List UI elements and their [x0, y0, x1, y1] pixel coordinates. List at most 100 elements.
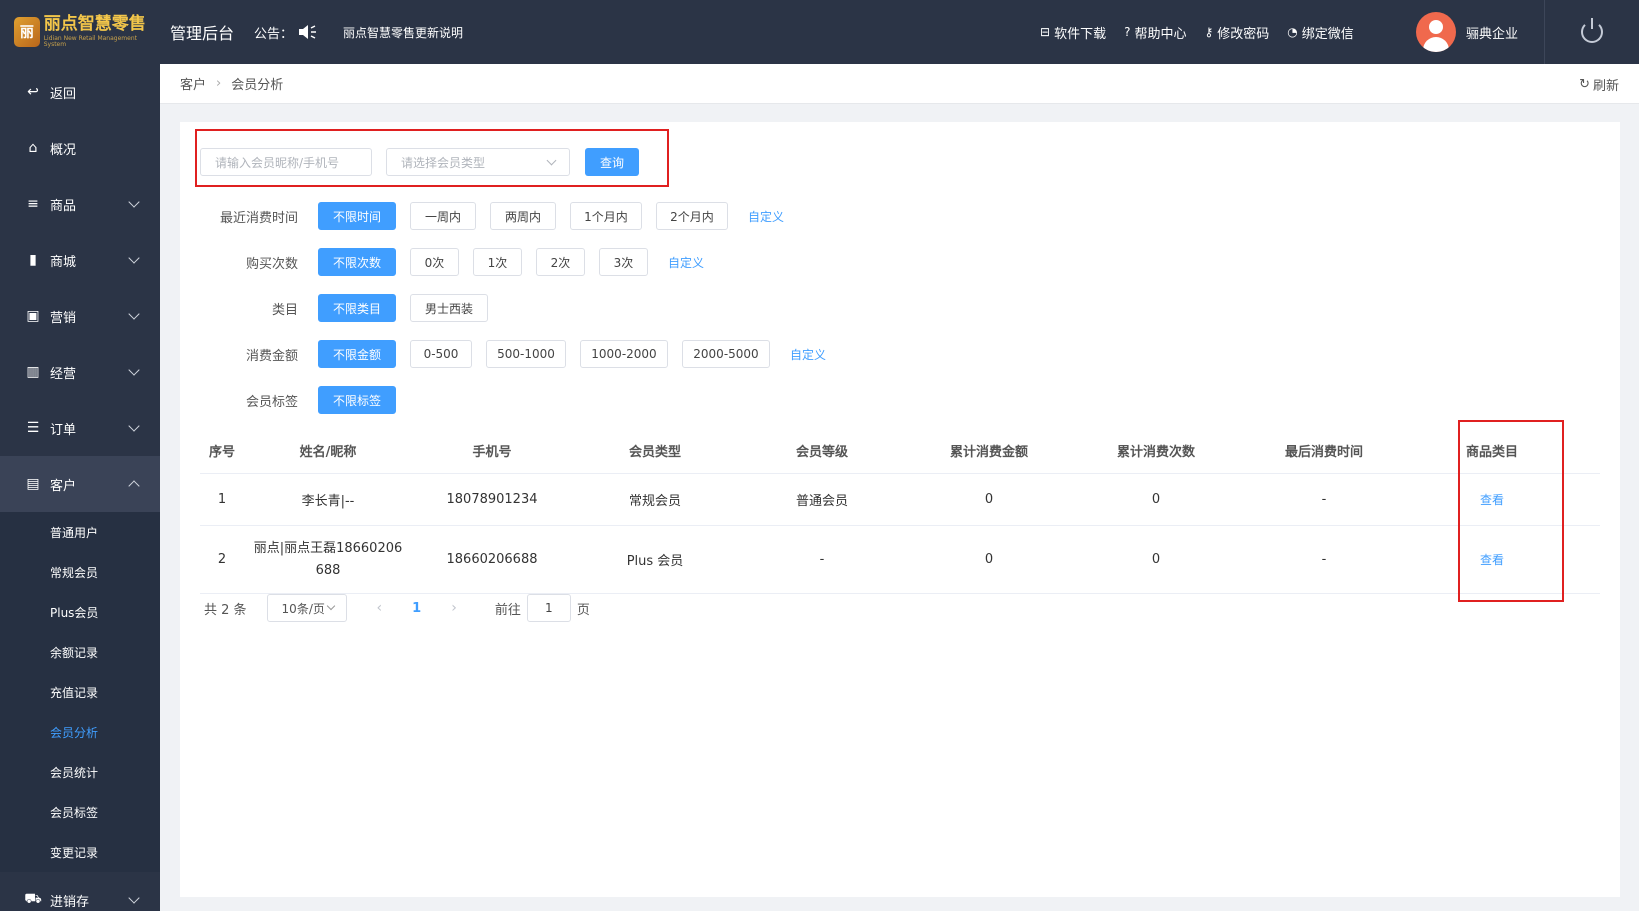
- filter-option[interactable]: 2次: [536, 248, 585, 276]
- sidebar-item-mall[interactable]: ▮ 商城: [0, 232, 160, 288]
- filter-option[interactable]: 男士西装: [410, 294, 488, 322]
- next-page-button[interactable]: ›: [451, 600, 457, 616]
- avatar[interactable]: [1416, 12, 1456, 52]
- filter-option[interactable]: 两周内: [490, 202, 556, 230]
- user-menu[interactable]: 骊典企业: [1416, 12, 1518, 52]
- notice-link[interactable]: 丽点智慧零售更新说明: [343, 24, 463, 41]
- filter-row-purchase-count: 购买次数 不限次数 0次 1次 2次 3次 自定义: [200, 248, 704, 276]
- table-cell: 1: [217, 492, 227, 507]
- chevron-right-icon: ›: [216, 76, 222, 91]
- sidebar-sub-plus-members[interactable]: Plus会员: [0, 592, 160, 632]
- filter-option[interactable]: 不限类目: [318, 294, 396, 322]
- logo-subtitle: Lidian New Retail Management System: [43, 35, 137, 48]
- sidebar-sub-balance-records[interactable]: 余额记录: [0, 632, 160, 672]
- filter-option[interactable]: 不限金额: [318, 340, 396, 368]
- goto-label: 前往: [494, 602, 521, 618]
- change-password-link[interactable]: ⚷ 修改密码: [1204, 23, 1269, 42]
- filter-row-last-purchase: 最近消费时间 不限时间 一周内 两周内 1个月内 2个月内 自定义: [200, 202, 784, 230]
- table-cell: -: [1321, 492, 1327, 507]
- filter-option[interactable]: 1次: [473, 248, 522, 276]
- filter-option[interactable]: 500-1000: [486, 340, 566, 368]
- table-cell: 李长青|--: [301, 494, 355, 509]
- filter-option[interactable]: 一周内: [410, 202, 476, 230]
- custom-link[interactable]: 自定义: [790, 346, 826, 363]
- sidebar-sub-member-tags[interactable]: 会员标签: [0, 792, 160, 832]
- filter-label: 会员标签: [245, 394, 298, 410]
- member-type-select[interactable]: 请选择会员类型: [386, 148, 570, 176]
- table-cell: 0: [1151, 492, 1161, 507]
- admin-title: 管理后台: [170, 24, 235, 43]
- column-header: 手机号: [472, 445, 512, 460]
- table-cell: Plus 会员: [626, 554, 684, 569]
- table-cell: 0: [984, 552, 994, 567]
- page-number[interactable]: 1: [412, 601, 421, 616]
- prev-page-button[interactable]: ‹: [377, 600, 383, 616]
- table-cell: 0: [984, 492, 994, 507]
- filter-option[interactable]: 1000-2000: [580, 340, 668, 368]
- column-header: 累计消费次数: [1116, 445, 1195, 460]
- filter-option[interactable]: 2000-5000: [682, 340, 770, 368]
- table-cell: 普通会员: [795, 494, 848, 509]
- key-icon: ⚷: [1204, 25, 1214, 39]
- back-arrow-icon: ↩: [27, 84, 39, 100]
- logout-button[interactable]: [1544, 0, 1639, 64]
- sidebar-item-operation[interactable]: ▥ 经营: [0, 344, 160, 400]
- download-icon: ⊟: [1040, 25, 1051, 39]
- query-button[interactable]: 查询: [585, 148, 639, 176]
- filter-row-category: 类目 不限类目 男士西装: [200, 294, 502, 322]
- table-cell: 18078901234: [446, 492, 538, 507]
- wechat-icon: ◔: [1287, 25, 1298, 39]
- filter-option[interactable]: 3次: [599, 248, 648, 276]
- filter-option[interactable]: 1个月内: [570, 202, 642, 230]
- filter-option[interactable]: 不限标签: [318, 386, 396, 414]
- goto-page-input[interactable]: 1: [526, 594, 571, 622]
- chevron-up-icon: [128, 480, 140, 492]
- table-cell: 丽点|丽点王磊18660206 688: [253, 540, 403, 578]
- column-header: 会员等级: [795, 445, 848, 460]
- table-header: 序号 姓名/昵称 手机号 会员类型 会员等级 累计消费金额 累计消费次数 最后消…: [200, 428, 1600, 474]
- page-size-select[interactable]: 10条/页: [266, 594, 347, 622]
- table-cell: 18660206688: [446, 552, 538, 567]
- filter-option[interactable]: 不限时间: [318, 202, 396, 230]
- member-search-input[interactable]: 请输入会员昵称/手机号: [200, 148, 372, 176]
- chevron-down-icon: [128, 252, 140, 264]
- help-center-link[interactable]: ? 帮助中心: [1124, 23, 1186, 42]
- top-links: ⊟ 软件下载 ? 帮助中心 ⚷ 修改密码 ◔ 绑定微信: [1040, 0, 1354, 64]
- sidebar-sub-regular-users[interactable]: 普通用户: [0, 512, 160, 552]
- logo[interactable]: 丽 丽点智慧零售 Lidian New Retail Management Sy…: [0, 0, 160, 64]
- sidebar-item-back[interactable]: ↩ 返回: [0, 64, 160, 120]
- filter-option[interactable]: 2个月内: [656, 202, 728, 230]
- speaker-icon: [299, 25, 317, 39]
- bind-wechat-link[interactable]: ◔ 绑定微信: [1287, 23, 1354, 42]
- chevron-down-icon: [128, 196, 140, 208]
- chevron-down-icon: [128, 892, 140, 904]
- custom-link[interactable]: 自定义: [668, 254, 704, 271]
- refresh-button[interactable]: ↻ 刷新: [1579, 75, 1619, 94]
- sidebar-item-orders[interactable]: ☰ 订单: [0, 400, 160, 456]
- table-cell: 0: [1151, 552, 1161, 567]
- filter-option[interactable]: 不限次数: [318, 248, 396, 276]
- software-download-link[interactable]: ⊟ 软件下载: [1040, 23, 1106, 42]
- custom-link[interactable]: 自定义: [748, 208, 784, 225]
- sidebar-item-marketing[interactable]: ▣ 营销: [0, 288, 160, 344]
- sidebar-sub-change-records[interactable]: 变更记录: [0, 832, 160, 872]
- sidebar-sub-standard-members[interactable]: 常规会员: [0, 552, 160, 592]
- power-icon: [1581, 18, 1603, 43]
- sidebar-sub-member-statistics[interactable]: 会员统计: [0, 752, 160, 792]
- sidebar-item-inventory[interactable]: ⛟ 进销存: [0, 872, 160, 911]
- filter-label: 最近消费时间: [219, 210, 298, 226]
- bag-icon: ▮: [29, 252, 37, 268]
- column-header: 最后消费时间: [1284, 445, 1363, 460]
- sidebar-sub-member-analysis[interactable]: 会员分析: [0, 712, 160, 752]
- sidebar-item-overview[interactable]: ⌂ 概况: [0, 120, 160, 176]
- sidebar-sub-recharge-records[interactable]: 充值记录: [0, 672, 160, 712]
- sidebar-item-customers[interactable]: ▤ 客户: [0, 456, 160, 512]
- total-count: 共 2 条: [204, 602, 247, 618]
- sidebar-item-goods[interactable]: ≡ 商品: [0, 176, 160, 232]
- filter-option[interactable]: 0-500: [410, 340, 472, 368]
- column-header: 累计消费金额: [949, 445, 1028, 460]
- filter-option[interactable]: 0次: [410, 248, 459, 276]
- logo-icon: 丽: [14, 17, 40, 47]
- breadcrumb-parent[interactable]: 客户: [180, 74, 206, 93]
- bar-chart-icon: ▥: [26, 364, 40, 380]
